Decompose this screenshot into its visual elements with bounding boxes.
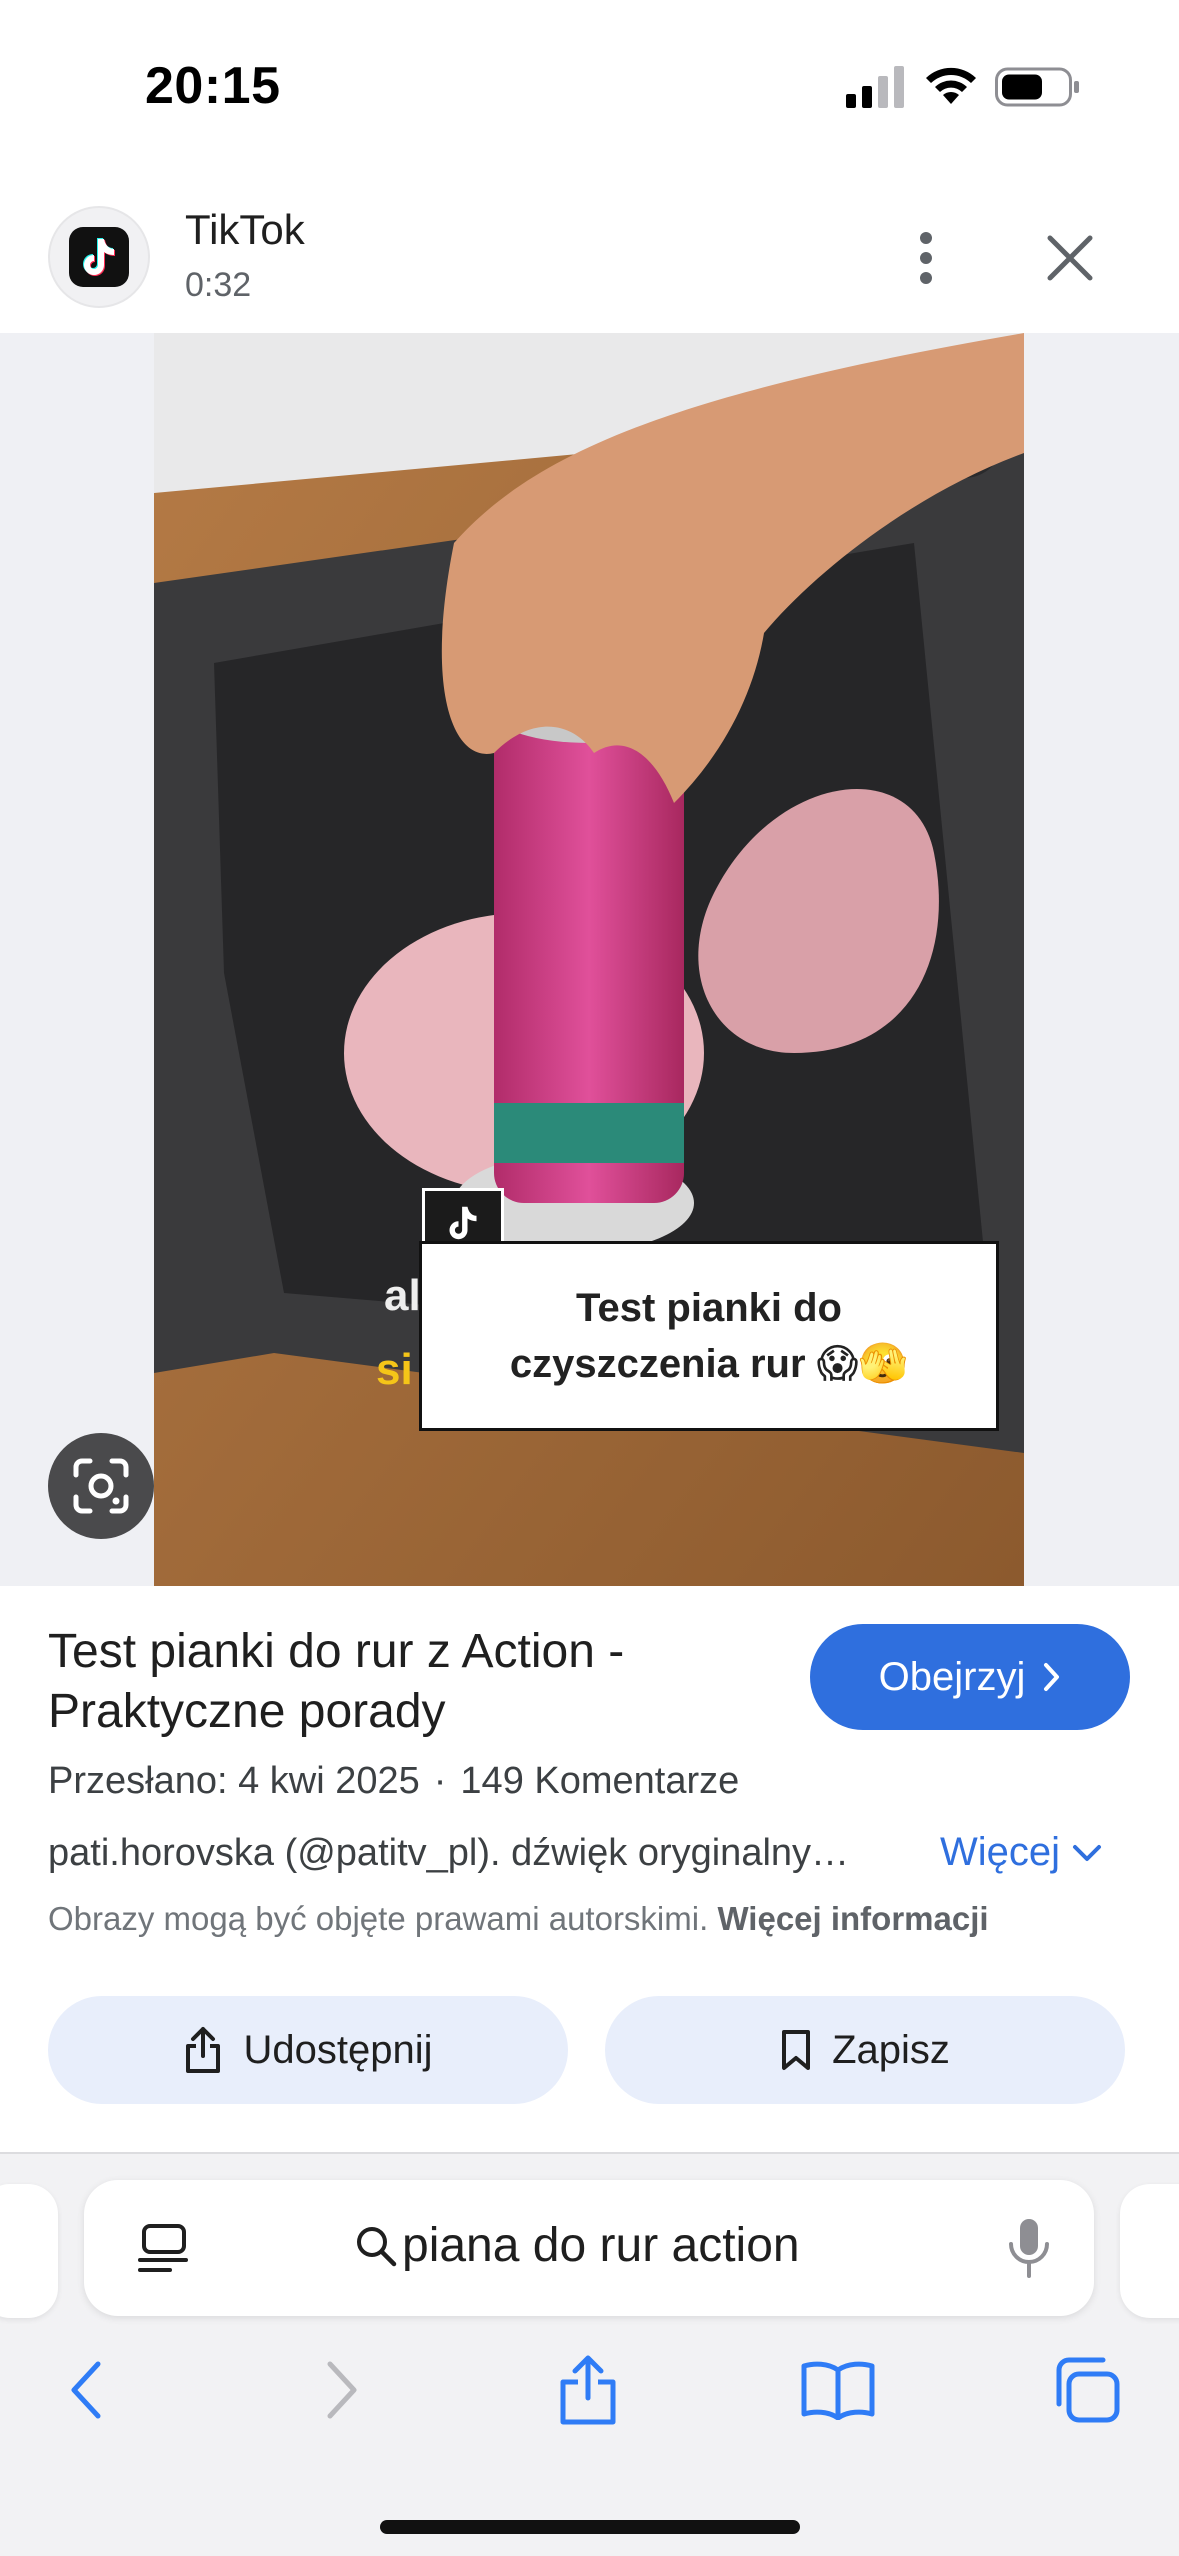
next-tab-preview[interactable]: [1120, 2184, 1179, 2318]
more-link[interactable]: Więcej: [940, 1830, 1102, 1875]
chevron-right-icon: [327, 2361, 357, 2419]
meta-separator: ·: [433, 1760, 447, 1802]
caption-line-2: czyszczenia rur 😱🫣: [509, 1342, 909, 1386]
previous-tab-preview[interactable]: [0, 2184, 58, 2318]
video-thumbnail[interactable]: al si Test pianki do czyszczenia rur 😱🫣: [154, 333, 1024, 1586]
bookmarks-button[interactable]: [798, 2350, 878, 2430]
comment-count: 149 Komentarze: [460, 1760, 740, 1802]
video-caption-card: Test pianki do czyszczenia rur 😱🫣: [419, 1241, 999, 1431]
browser-toolbar: piana do rur action: [0, 2152, 1179, 2556]
save-button-label: Zapisz: [832, 2027, 950, 2072]
close-icon: [1047, 235, 1093, 281]
share-button-label: Udostępnij: [243, 2027, 433, 2072]
share-icon: [560, 2355, 616, 2425]
partial-overlay-text: al: [384, 1271, 421, 1320]
wifi-icon: [926, 67, 976, 104]
chevron-down-icon: [1073, 1844, 1102, 1861]
video-duration: 0:32: [185, 266, 252, 304]
book-icon: [801, 2361, 875, 2420]
author-description: pati.horovska (@patitv_pl). dźwięk orygi…: [48, 1832, 850, 1874]
home-indicator: [380, 2520, 800, 2534]
more-options-button[interactable]: [900, 220, 952, 296]
tiktok-logo[interactable]: [48, 206, 150, 308]
share-button[interactable]: Udostępnij: [48, 1996, 568, 2104]
caption-line-1: Test pianki do: [576, 1286, 842, 1330]
share-icon: [186, 2027, 221, 2073]
microphone-icon[interactable]: [1004, 2216, 1054, 2280]
partial-overlay-text-yellow: si: [376, 1345, 413, 1394]
status-time: 20:15: [145, 57, 281, 115]
cellular-signal-icon: [846, 66, 904, 108]
page-menu-icon[interactable]: [136, 2220, 192, 2276]
chevron-left-icon: [71, 2361, 101, 2419]
result-header: TikTok 0:32: [0, 190, 1179, 330]
bookmark-icon: [782, 2030, 811, 2070]
tabs-icon: [1056, 2357, 1120, 2423]
watch-button[interactable]: Obejrzyj: [810, 1624, 1130, 1730]
save-button[interactable]: Zapisz: [605, 1996, 1125, 2104]
source-name[interactable]: TikTok: [185, 206, 305, 254]
chevron-right-icon: [1044, 1663, 1060, 1691]
copyright-notice: Obrazy mogą być objęte prawami autorskim…: [48, 1900, 989, 1938]
image-preview-area: al si Test pianki do czyszczenia rur 😱🫣: [0, 333, 1179, 1586]
back-button[interactable]: [46, 2350, 126, 2430]
tiktok-note-icon: [83, 238, 115, 276]
copyright-more-info-link[interactable]: Więcej informacji: [717, 1900, 988, 1937]
battery-icon: [995, 67, 1079, 107]
search-icon: [357, 2226, 397, 2266]
status-bar: 20:15: [0, 0, 1179, 180]
close-button[interactable]: [1040, 220, 1100, 296]
address-bar[interactable]: piana do rur action: [84, 2180, 1094, 2316]
watch-button-label: Obejrzyj: [878, 1654, 1026, 1699]
share-page-button[interactable]: [548, 2350, 628, 2430]
google-lens-button[interactable]: [48, 1433, 154, 1539]
tabs-button[interactable]: [1046, 2350, 1126, 2430]
copyright-text: Obrazy mogą być objęte prawami autorskim…: [48, 1900, 709, 1937]
search-query-text: piana do rur action: [402, 2219, 800, 2272]
upload-meta: Przesłano: 4 kwi 2025 · 149 Komentarze: [48, 1760, 739, 1803]
more-link-label: Więcej: [940, 1830, 1061, 1874]
forward-button[interactable]: [302, 2350, 382, 2430]
more-vert-icon: [920, 232, 932, 284]
upload-date: Przesłano: 4 kwi 2025: [48, 1760, 420, 1802]
lens-icon: [73, 1458, 129, 1514]
search-query[interactable]: piana do rur action: [354, 2218, 800, 2273]
result-title[interactable]: Test pianki do rur z Action - Praktyczne…: [48, 1622, 768, 1742]
